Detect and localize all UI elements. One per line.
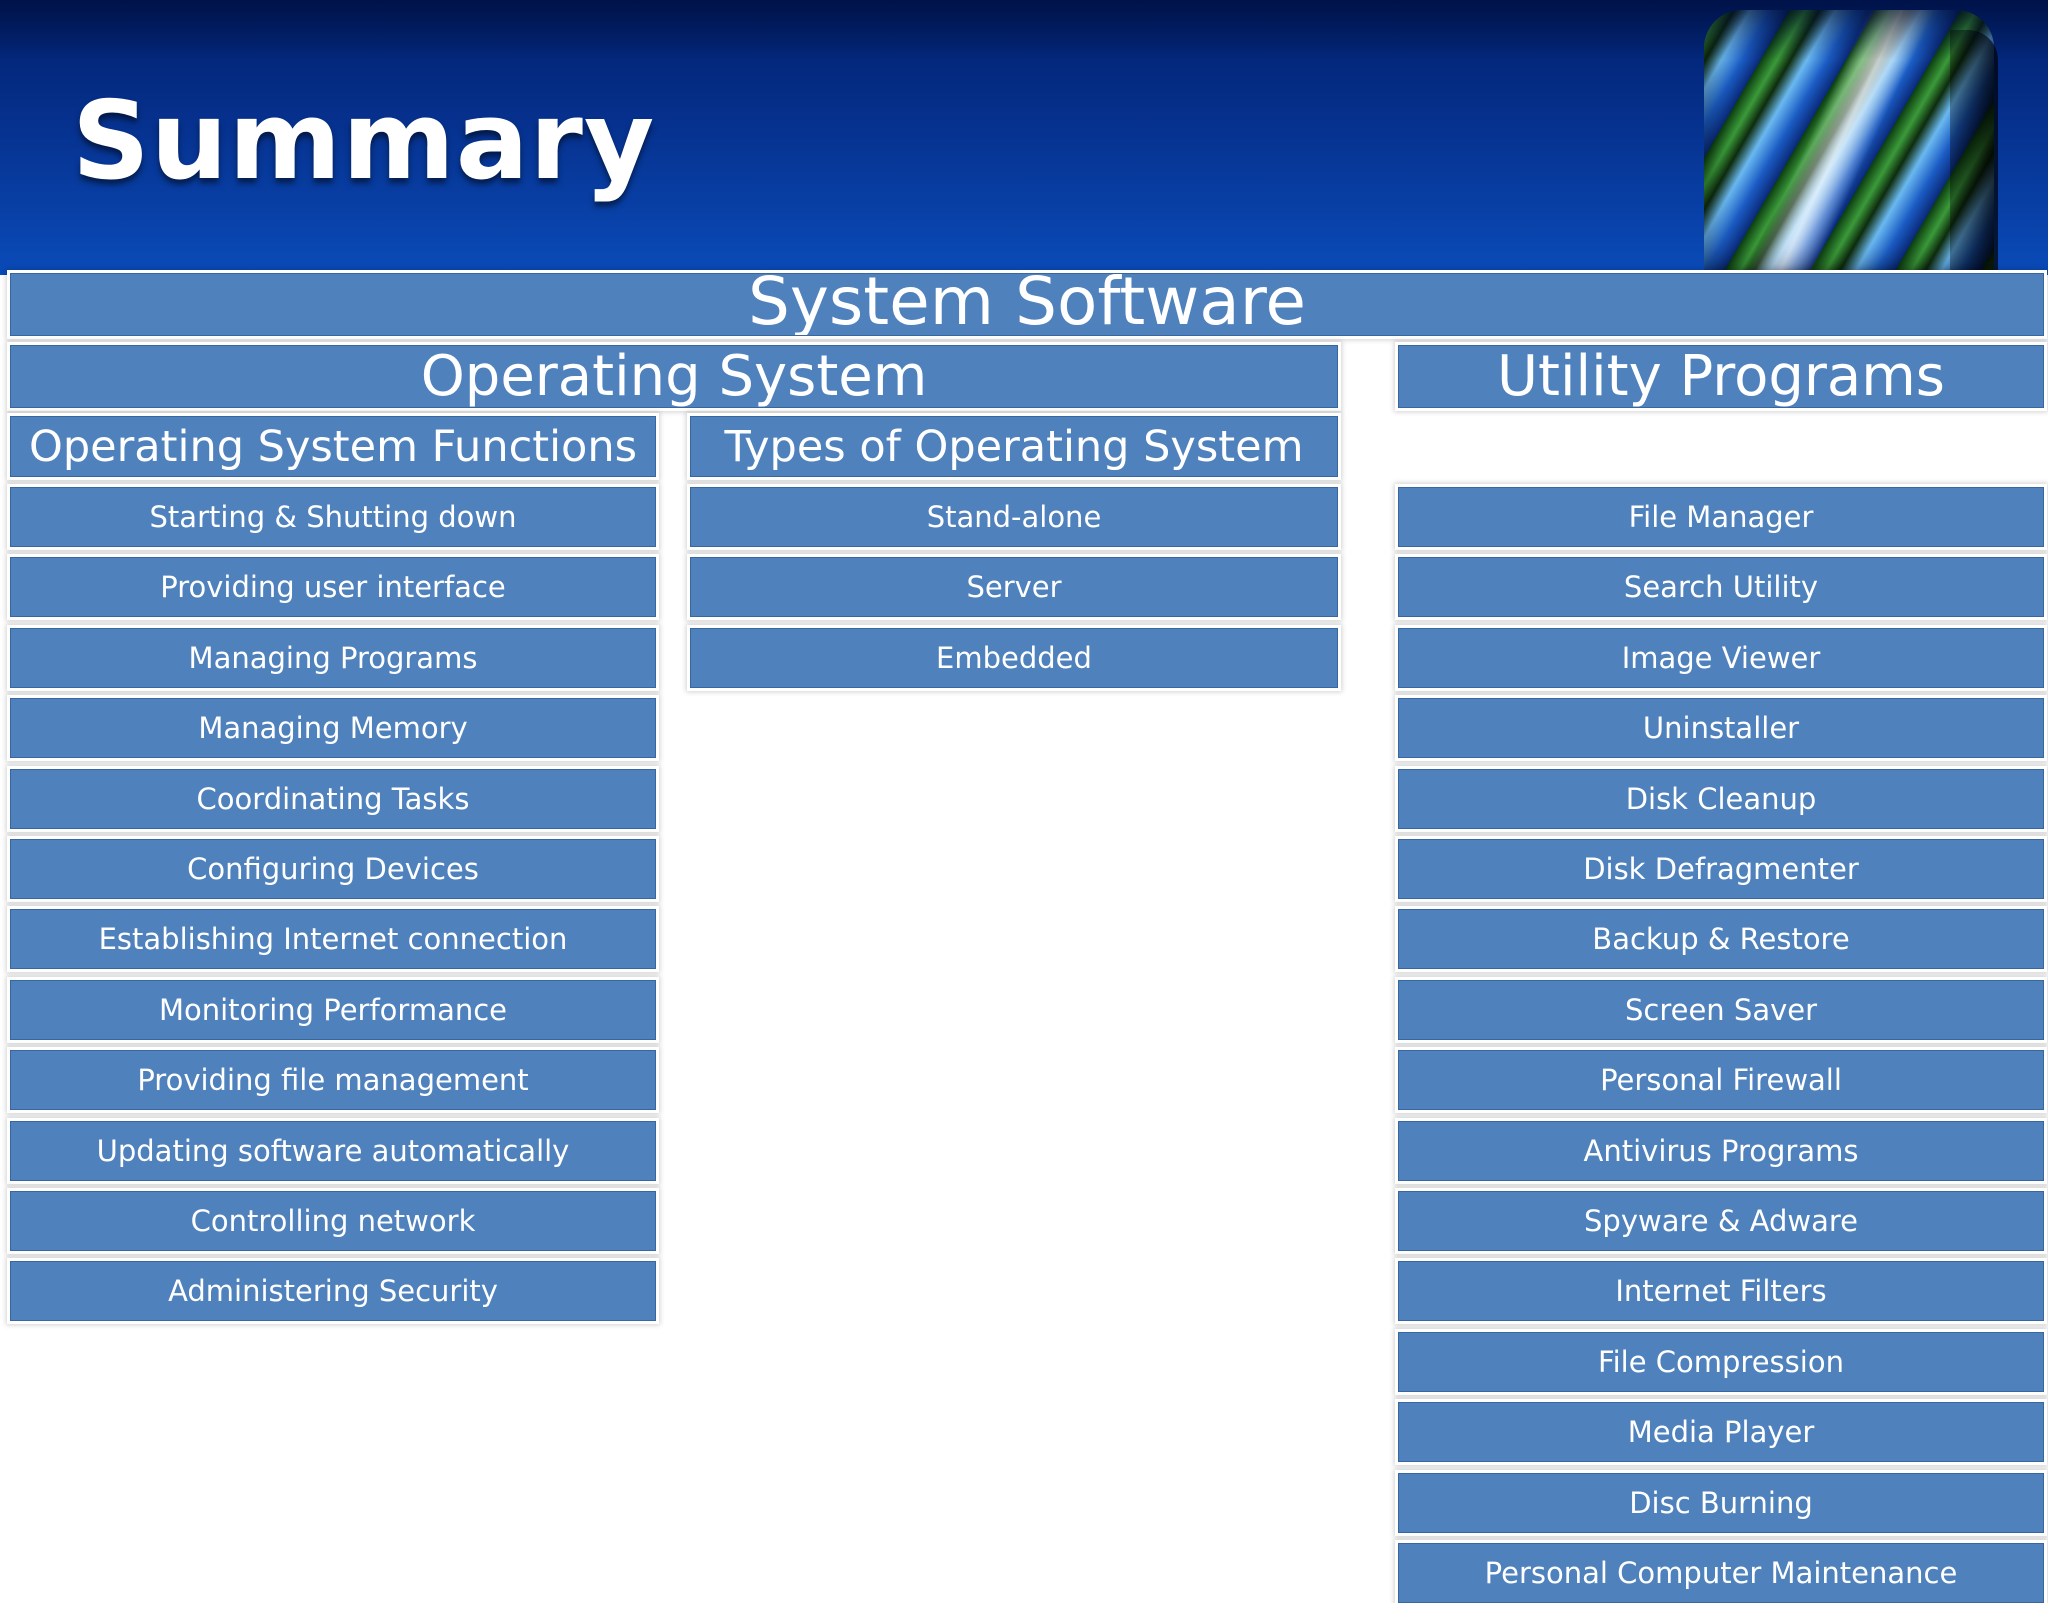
utility-program-item: File Compression <box>1398 1332 2044 1392</box>
utility-program-item: Disk Defragmenter <box>1398 839 2044 899</box>
os-function-item: Managing Memory <box>10 698 656 758</box>
os-function-item: Configuring Devices <box>10 839 656 899</box>
os-type-item: Embedded <box>690 628 1338 688</box>
utility-program-item: Backup & Restore <box>1398 909 2044 969</box>
os-function-item: Providing file management <box>10 1050 656 1110</box>
utility-program-item: Personal Computer Maintenance <box>1398 1543 2044 1603</box>
node-os-functions: Operating System Functions <box>10 416 656 477</box>
utility-program-item: Disc Burning <box>1398 1473 2044 1533</box>
os-function-item: Administering Security <box>10 1261 656 1321</box>
node-system-software: System Software <box>10 273 2044 336</box>
os-function-item: Monitoring Performance <box>10 980 656 1040</box>
os-function-item: Establishing Internet connection <box>10 909 656 969</box>
slide-title: Summary <box>72 79 656 204</box>
utility-program-item: File Manager <box>1398 487 2044 547</box>
os-function-item: Coordinating Tasks <box>10 769 656 829</box>
utility-program-item: Media Player <box>1398 1402 2044 1462</box>
utility-program-item: Image Viewer <box>1398 628 2044 688</box>
utility-program-item: Antivirus Programs <box>1398 1121 2044 1181</box>
utility-program-item: Uninstaller <box>1398 698 2044 758</box>
os-type-item: Server <box>690 557 1338 617</box>
node-utility-programs: Utility Programs <box>1398 345 2044 408</box>
utility-program-item: Spyware & Adware <box>1398 1191 2044 1251</box>
os-function-item: Controlling network <box>10 1191 656 1251</box>
utility-program-item: Disk Cleanup <box>1398 769 2044 829</box>
node-os-types: Types of Operating System <box>690 416 1338 477</box>
os-function-item: Providing user interface <box>10 557 656 617</box>
utility-program-item: Internet Filters <box>1398 1261 2044 1321</box>
header-banner: Summary <box>0 0 2048 275</box>
decorative-light-image-side <box>1950 30 1998 272</box>
utility-program-item: Screen Saver <box>1398 980 2044 1040</box>
os-function-item: Starting & Shutting down <box>10 487 656 547</box>
utility-program-item: Search Utility <box>1398 557 2044 617</box>
os-function-item: Managing Programs <box>10 628 656 688</box>
os-type-item: Stand-alone <box>690 487 1338 547</box>
utility-program-item: Personal Firewall <box>1398 1050 2044 1110</box>
os-function-item: Updating software automatically <box>10 1121 656 1181</box>
node-operating-system: Operating System <box>10 345 1338 408</box>
